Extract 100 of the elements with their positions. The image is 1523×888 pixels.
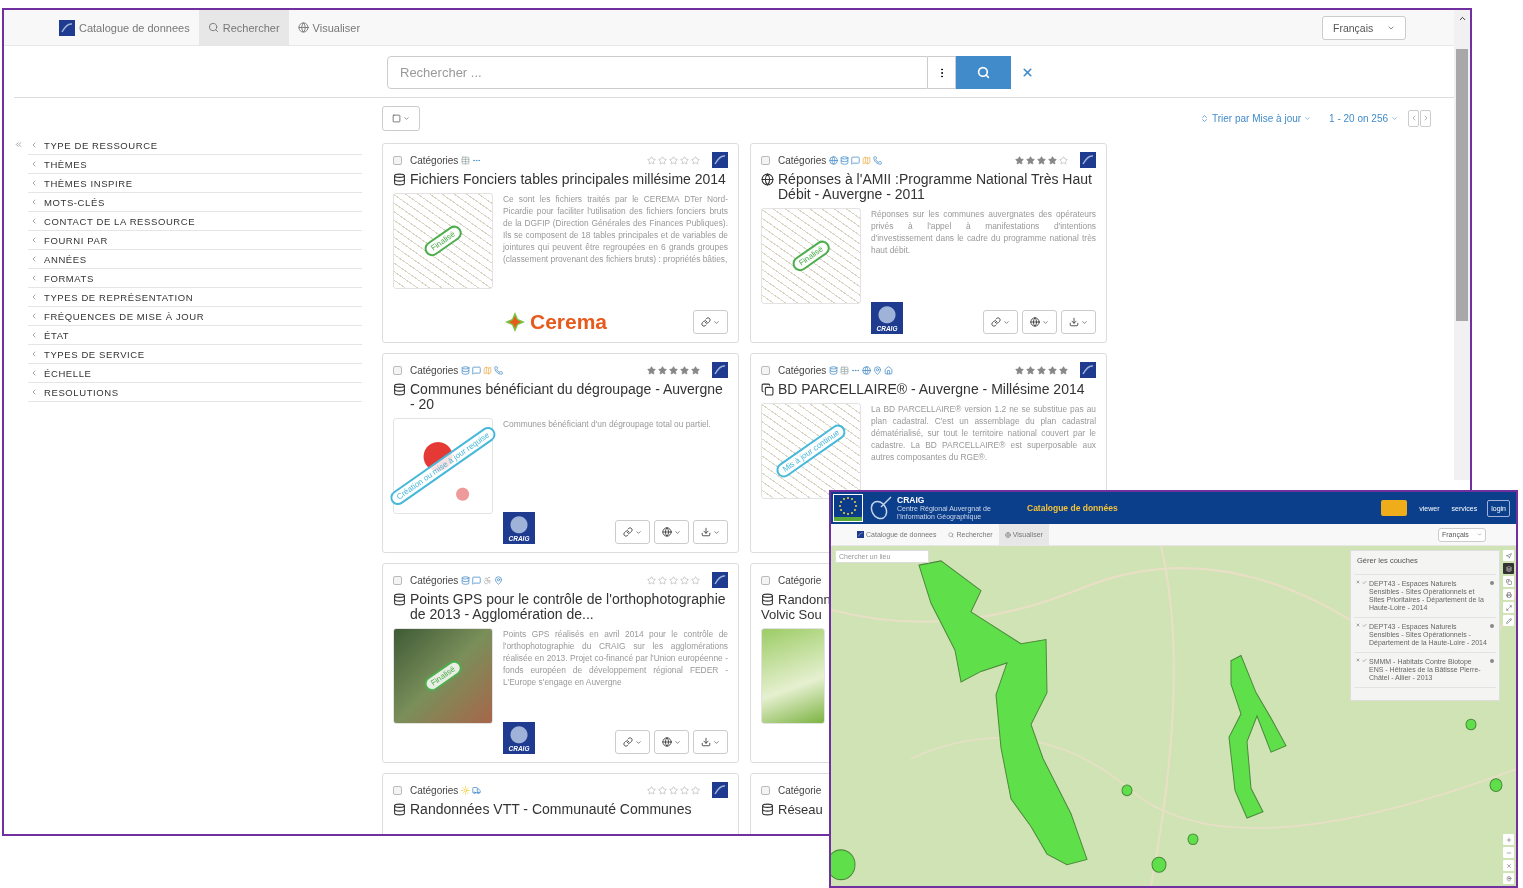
menu-button[interactable] xyxy=(1381,500,1408,516)
nav-link[interactable]: Visualiser xyxy=(288,10,370,45)
dropdown-button[interactable] xyxy=(1022,310,1057,334)
dataset-title[interactable]: Points GPS pour le contrôle de l'orthophotographie de 2013 - Agglomération de... xyxy=(410,592,728,622)
star-icon xyxy=(647,155,656,165)
star-icon xyxy=(647,365,656,375)
dataset-title[interactable]: Réseau xyxy=(778,802,823,817)
star-icon xyxy=(1015,365,1024,375)
layer-checkbox[interactable] xyxy=(1362,580,1367,585)
layer-dot[interactable] xyxy=(1490,659,1494,663)
dropdown-button[interactable] xyxy=(693,730,728,754)
star-icon xyxy=(680,575,689,585)
filter-item[interactable]: CONTACT DE LA RESSOURCE xyxy=(28,212,362,231)
checkbox[interactable] xyxy=(761,365,770,375)
nav-link[interactable]: Rechercher xyxy=(198,10,289,45)
filter-item[interactable]: ÉCHELLE xyxy=(28,364,362,383)
clear-button[interactable] xyxy=(1021,66,1034,79)
checkbox[interactable] xyxy=(393,365,402,375)
remove-icon[interactable] xyxy=(1356,623,1360,627)
caret-icon xyxy=(1003,318,1010,326)
search-icon xyxy=(977,66,990,79)
dataset-title[interactable]: Réponses à l'AMII :Programme National Très Haut Débit - Auvergne - 2011 xyxy=(778,172,1096,202)
caret-icon xyxy=(635,738,642,746)
layer-checkbox[interactable] xyxy=(1362,658,1367,663)
scrollbar-thumb[interactable] xyxy=(1456,49,1468,321)
star-icon xyxy=(1059,365,1068,375)
chat-icon xyxy=(851,155,861,165)
dropdown-button[interactable] xyxy=(693,310,728,334)
dataset-title[interactable]: Randonn xyxy=(778,592,831,607)
dropdown-button[interactable] xyxy=(693,520,728,544)
dropdown-button[interactable] xyxy=(654,520,689,544)
close-button[interactable] xyxy=(1503,860,1514,871)
filter-item[interactable]: FORMATS xyxy=(28,269,362,288)
nav-link[interactable]: Catalogue de donnees xyxy=(50,10,199,45)
checkbox[interactable] xyxy=(393,785,402,795)
dataset-title[interactable]: Randonnées VTT - Communauté Communes xyxy=(410,802,692,817)
filter-item[interactable]: THÈMES INSPIRE xyxy=(28,174,362,193)
checkbox[interactable] xyxy=(761,155,770,165)
layer-checkbox[interactable] xyxy=(1362,623,1367,628)
locate-button[interactable] xyxy=(1503,550,1514,561)
layer-dot[interactable] xyxy=(1490,624,1494,628)
check-icon xyxy=(1362,623,1367,628)
filter-item[interactable]: TYPES DE REPRÉSENTATION xyxy=(28,288,362,307)
filter-item[interactable]: RESOLUTIONS xyxy=(28,383,362,402)
checkbox[interactable] xyxy=(761,575,770,585)
select-dropdown-button[interactable] xyxy=(382,105,420,131)
copy-button[interactable] xyxy=(1503,576,1514,587)
categories-label: Catégories xyxy=(410,364,459,376)
dropdown-button[interactable] xyxy=(983,310,1018,334)
map-icon xyxy=(862,155,872,165)
filter-item[interactable]: FRÉQUENCES DE MISE À JOUR xyxy=(28,307,362,326)
star-icon xyxy=(658,155,667,165)
dataset-description: Points GPS réalisés en avril 2014 pour le contrôle de l'orthophotographie du CRAIG sur les agglomérations réalisée en 2013. Projet co-financé par l'Union européenne - fonds européen de développement régional FEDER - L'Europe s'engage en Auvergne xyxy=(503,628,728,688)
layer-dot[interactable] xyxy=(1490,581,1494,585)
star-icon xyxy=(1059,155,1068,165)
logo-icon xyxy=(1080,362,1096,378)
dropdown-button[interactable] xyxy=(615,730,650,754)
star-icon xyxy=(1048,155,1057,165)
caret-icon xyxy=(674,738,681,746)
remove-icon[interactable] xyxy=(1356,658,1360,662)
previous-page-button[interactable] xyxy=(1408,109,1420,127)
layers-button[interactable] xyxy=(1503,563,1514,574)
filter-item[interactable]: MOTS-CLÉS xyxy=(28,193,362,212)
marker-button[interactable] xyxy=(1503,873,1514,884)
dataset-description: Communes bénéficiant d'un dégroupage total ou partiel. xyxy=(503,418,712,430)
search-field[interactable]: Rechercher ... xyxy=(387,56,928,89)
options-button[interactable] xyxy=(928,56,956,89)
zoom-in-button[interactable] xyxy=(1503,834,1514,845)
paging-link[interactable]: 1 - 20 on 256 xyxy=(1329,112,1399,124)
dataset-title[interactable]: Fichiers Fonciers tables principales millésime 2014 xyxy=(410,172,726,187)
filter-item[interactable]: ÉTAT xyxy=(28,326,362,345)
draw-button[interactable] xyxy=(1503,615,1514,626)
filter-item[interactable]: TYPE DE RESSOURCE xyxy=(28,136,362,155)
search-button[interactable] xyxy=(956,56,1011,89)
filter-item[interactable]: THÈMES xyxy=(28,155,362,174)
remove-icon[interactable] xyxy=(1356,580,1360,584)
print-button[interactable] xyxy=(1503,589,1514,600)
checkbox[interactable] xyxy=(761,785,770,795)
filter-item[interactable]: ANNÉES xyxy=(28,250,362,269)
next-page-button[interactable] xyxy=(1420,109,1432,127)
dropdown-button[interactable] xyxy=(654,730,689,754)
dataset-title[interactable]: Volvic Sou xyxy=(761,607,822,622)
checkbox[interactable] xyxy=(393,155,402,165)
checkbox[interactable] xyxy=(393,575,402,585)
globe-icon xyxy=(1004,531,1011,538)
accessibility-icon xyxy=(483,575,493,585)
filter-item[interactable]: TYPES DE SERVICE xyxy=(28,345,362,364)
dataset-title[interactable]: Communes bénéficiant du dégroupage - Auvergne - 20 xyxy=(410,382,728,412)
filter-item[interactable]: FOURNI PAR xyxy=(28,231,362,250)
fullscreen-button[interactable] xyxy=(1503,602,1514,613)
check-icon xyxy=(1362,580,1367,585)
zoom-out-button[interactable] xyxy=(1503,847,1514,858)
cerema-logo-icon xyxy=(503,310,527,334)
link-icon xyxy=(623,527,633,537)
chevron-icon xyxy=(30,160,38,168)
language-select[interactable]: Français xyxy=(1322,15,1406,40)
dropdown-button[interactable] xyxy=(615,520,650,544)
dropdown-button[interactable] xyxy=(1061,310,1096,334)
dataset-title[interactable]: BD PARCELLAIRE® - Auvergne - Millésime 2014 xyxy=(778,382,1085,397)
sort-link[interactable]: Trier par Mise à jour xyxy=(1200,112,1312,124)
